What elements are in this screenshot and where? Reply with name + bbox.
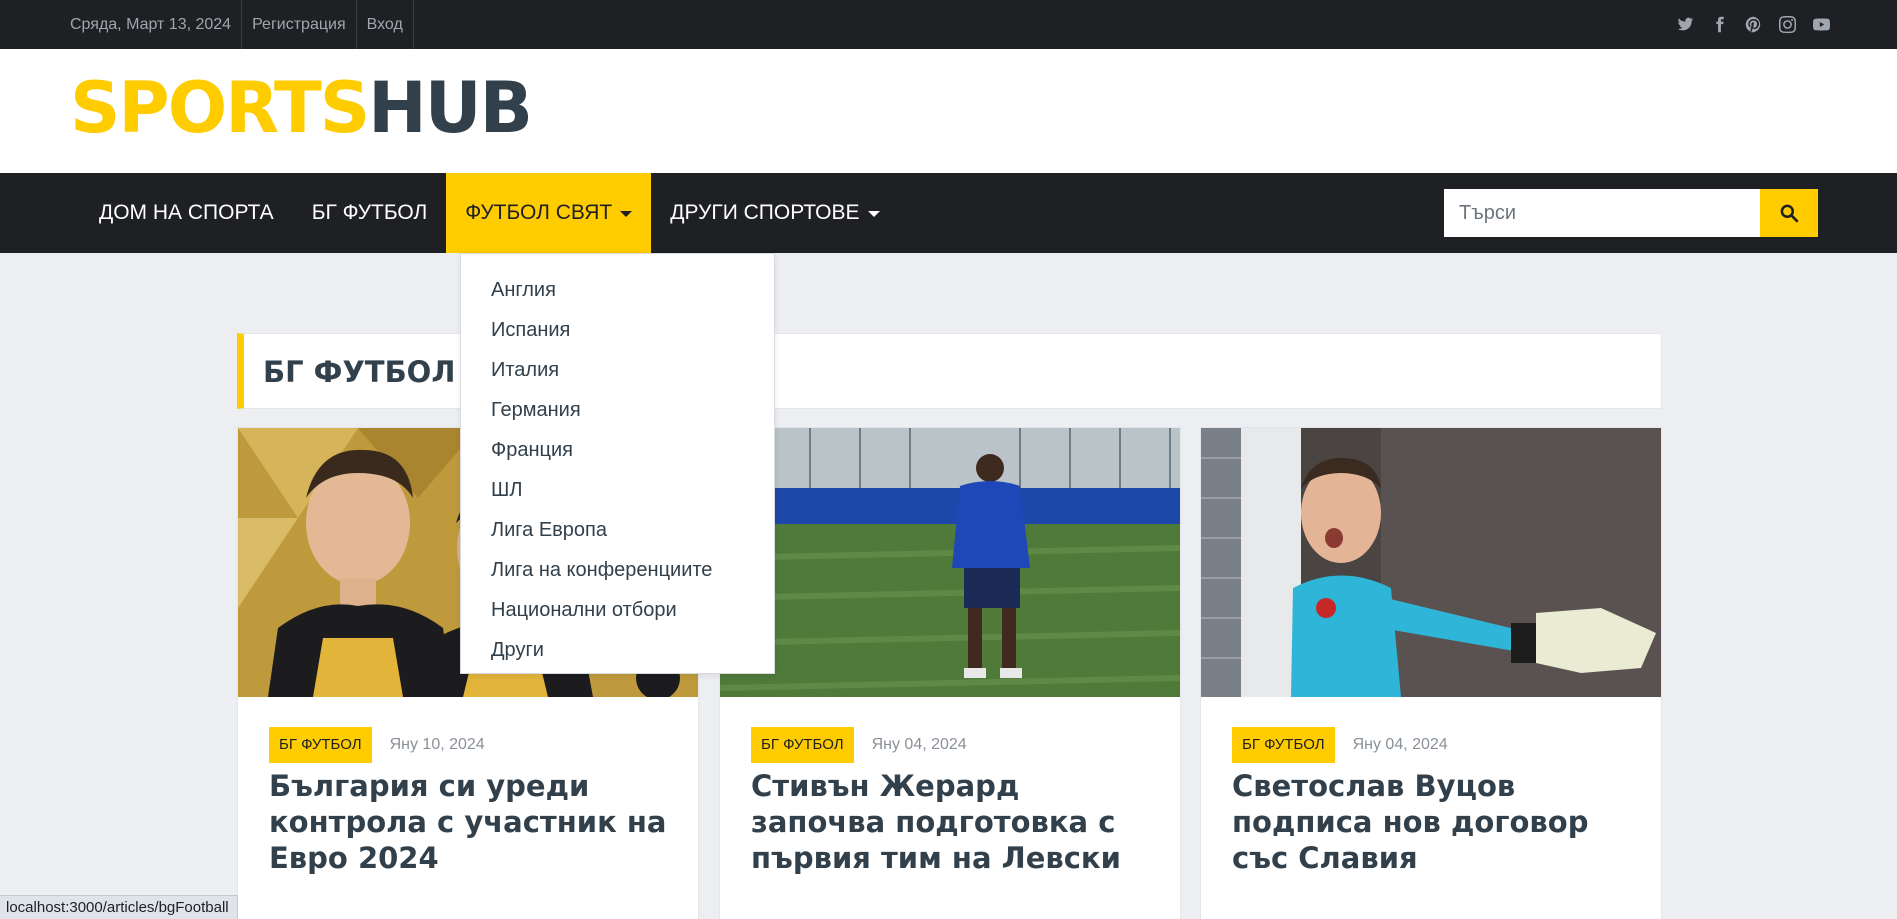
current-date: Сряда, Март 13, 2024 bbox=[70, 0, 243, 49]
instagram-icon[interactable] bbox=[1777, 15, 1797, 35]
nav-item-other-sports[interactable]: ДРУГИ СПОРТОВЕ bbox=[651, 173, 898, 253]
dropdown-item-other[interactable]: Други bbox=[461, 630, 774, 670]
caret-down-icon bbox=[620, 211, 633, 217]
article-title[interactable]: България си уреди контрола с участник на… bbox=[269, 768, 679, 876]
article-image[interactable] bbox=[1201, 428, 1661, 697]
nav-item-home[interactable]: ДОМ НА СПОРТА bbox=[80, 173, 293, 253]
section-title: БГ ФУТБОЛ bbox=[263, 355, 456, 389]
dropdown-item-italy[interactable]: Италия bbox=[461, 350, 774, 390]
article-card[interactable]: БГ ФУТБОЛ Яну 04, 2024 Стивън Жерард зап… bbox=[719, 427, 1181, 919]
world-football-dropdown: Англия Испания Италия Германия Франция Ш… bbox=[460, 253, 775, 674]
dropdown-item-france[interactable]: Франция bbox=[461, 430, 774, 470]
caret-down-icon bbox=[867, 211, 880, 217]
article-title[interactable]: Стивън Жерард започва подготовка с първи… bbox=[751, 768, 1161, 876]
nav-item-bg-football[interactable]: БГ ФУТБОЛ bbox=[293, 173, 447, 253]
search-icon bbox=[1780, 204, 1799, 223]
top-bar: Сряда, Март 13, 2024 Регистрация Вход bbox=[0, 0, 1897, 49]
login-link[interactable]: Вход bbox=[357, 0, 414, 49]
search-form bbox=[1444, 189, 1818, 237]
dropdown-item-spain[interactable]: Испания bbox=[461, 310, 774, 350]
category-badge[interactable]: БГ ФУТБОЛ bbox=[1232, 727, 1335, 763]
main-nav: ДОМ НА СПОРТА БГ ФУТБОЛ ФУТБОЛ СВЯТ ДРУГ… bbox=[0, 173, 1897, 253]
twitter-icon[interactable] bbox=[1675, 15, 1695, 35]
article-image[interactable] bbox=[720, 428, 1180, 697]
category-badge[interactable]: БГ ФУТБОЛ bbox=[269, 727, 372, 763]
pinterest-icon[interactable] bbox=[1743, 15, 1763, 35]
browser-status-bar: localhost:3000/articles/bgFootball bbox=[0, 895, 238, 919]
site-logo[interactable]: SPORTSHUB bbox=[70, 73, 533, 143]
article-date: Яну 04, 2024 bbox=[1352, 736, 1448, 753]
dropdown-item-national-teams[interactable]: Национални отбори bbox=[461, 590, 774, 630]
facebook-icon[interactable] bbox=[1709, 15, 1729, 35]
register-link[interactable]: Регистрация bbox=[242, 0, 357, 49]
article-date: Яну 04, 2024 bbox=[871, 736, 967, 753]
social-links bbox=[1675, 0, 1831, 49]
youtube-icon[interactable] bbox=[1811, 15, 1831, 35]
search-input[interactable] bbox=[1444, 189, 1760, 237]
article-card[interactable]: БГ ФУТБОЛ Яну 04, 2024 Светослав Вуцов п… bbox=[1200, 427, 1662, 919]
dropdown-item-champions-league[interactable]: ШЛ bbox=[461, 470, 774, 510]
search-button[interactable] bbox=[1760, 189, 1818, 237]
nav-item-world-football[interactable]: ФУТБОЛ СВЯТ bbox=[446, 173, 652, 253]
section-heading: БГ ФУТБОЛ bbox=[237, 333, 1662, 409]
site-header: SPORTSHUB bbox=[0, 49, 1897, 173]
dropdown-item-conference-league[interactable]: Лига на конференциите bbox=[461, 550, 774, 590]
category-badge[interactable]: БГ ФУТБОЛ bbox=[751, 727, 854, 763]
article-date: Яну 10, 2024 bbox=[389, 736, 485, 753]
dropdown-item-germany[interactable]: Германия bbox=[461, 390, 774, 430]
dropdown-item-europa-league[interactable]: Лига Европа bbox=[461, 510, 774, 550]
article-title[interactable]: Светослав Вуцов подписа нов договор със … bbox=[1232, 768, 1642, 876]
dropdown-item-england[interactable]: Англия bbox=[461, 270, 774, 310]
